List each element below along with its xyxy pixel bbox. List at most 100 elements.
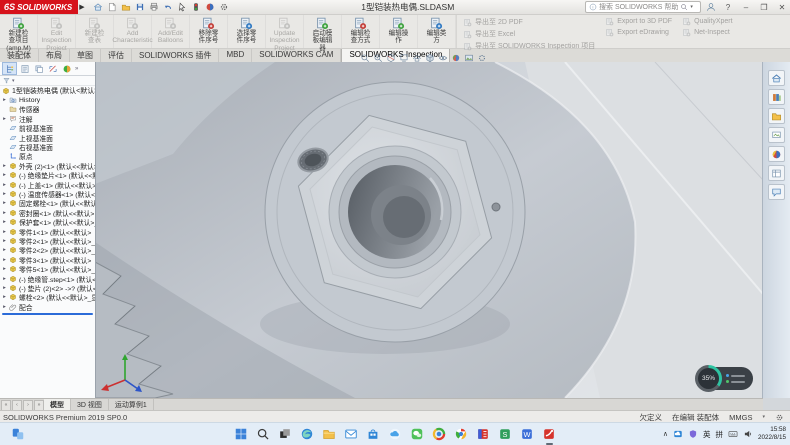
search-taskbar-icon[interactable] (255, 426, 272, 443)
screen-capture-widget[interactable]: 35% (697, 367, 753, 390)
zoom-fit-icon[interactable] (360, 53, 370, 63)
close-button[interactable]: ✕ (776, 3, 788, 12)
tree-item[interactable]: 上视基准面 (0, 133, 95, 142)
expand-arrow-icon[interactable]: ▸ (2, 116, 7, 122)
browser-ring-taskbar-icon[interactable] (431, 426, 448, 443)
doc-tab-scroll-0[interactable]: « (1, 400, 11, 411)
edit-operations-button[interactable]: 编辑操 作 (380, 14, 418, 48)
tree-item[interactable]: ▸零件2<2> (默认<<默认>_显示状态 (0, 246, 95, 255)
doc-tab-scroll-1[interactable]: ‹ (12, 400, 22, 411)
word-blue-taskbar-icon[interactable]: W (519, 426, 536, 443)
ime-indicator[interactable]: 拼 (715, 429, 723, 440)
search-icon[interactable] (680, 3, 688, 11)
expand-arrow-icon[interactable]: ▸ (2, 266, 7, 272)
filter-caret-icon[interactable]: ▾ (12, 78, 15, 84)
pane-tab-configuration-manager[interactable] (32, 63, 45, 74)
edit-appearance-icon[interactable] (451, 53, 461, 63)
tab-草图[interactable]: 草图 (70, 48, 101, 62)
touch-keyboard-icon[interactable] (728, 429, 738, 439)
tab-mbd[interactable]: MBD (219, 48, 252, 62)
open-button[interactable] (120, 1, 133, 13)
tree-item[interactable]: ▸(-) 绝缘管.step<1> (默认<<默认> (0, 274, 95, 283)
expand-arrow-icon[interactable]: ▸ (2, 210, 7, 216)
dictionary-taskbar-icon[interactable] (475, 426, 492, 443)
tab-评估[interactable]: 评估 (101, 48, 132, 62)
custom-properties-icon[interactable] (768, 165, 785, 181)
tree-item[interactable]: ▸密封圈<1> (默认<<默认>_显示状 (0, 208, 95, 217)
expand-arrow-icon[interactable]: ▸ (2, 172, 7, 178)
task-view-taskbar-icon[interactable] (277, 426, 294, 443)
section-view-icon[interactable] (386, 53, 396, 63)
mail-taskbar-icon[interactable] (343, 426, 360, 443)
expand-arrow-icon[interactable]: ▸ (2, 182, 7, 188)
sheets-green-taskbar-icon[interactable]: S (497, 426, 514, 443)
appearances-scenes-icon[interactable] (768, 146, 785, 162)
tree-item[interactable]: ▸配合 (0, 302, 95, 311)
launch-template-editor-button[interactable]: 启动模 板编辑 器 (304, 14, 342, 48)
expand-arrow-icon[interactable]: ▸ (2, 97, 7, 103)
status-tag-icon[interactable] (775, 413, 784, 422)
pane-tab-display-manager[interactable] (60, 63, 73, 74)
zoom-area-icon[interactable] (373, 53, 383, 63)
tree-item[interactable]: ▸零件3<1> (默认<<默认>_显示状态 (0, 255, 95, 264)
tree-item[interactable]: 前视基准面 (0, 124, 95, 133)
3d-viewport[interactable] (95, 62, 763, 398)
rebuild-button[interactable] (190, 1, 203, 13)
tree-item[interactable]: ▸保护套<1> (默认<<默认>_显示状 (0, 217, 95, 226)
wechat-taskbar-icon[interactable] (409, 426, 426, 443)
edge-taskbar-icon[interactable] (299, 426, 316, 443)
tree-item[interactable]: 传感器 (0, 105, 95, 114)
language-indicator[interactable]: 英 (703, 429, 711, 440)
start-taskbar-icon[interactable] (233, 426, 250, 443)
store-taskbar-icon[interactable] (365, 426, 382, 443)
tree-item[interactable]: ▸History (0, 95, 95, 104)
file-explorer-icon[interactable] (768, 108, 785, 124)
menu-expand-icon[interactable]: ▶ (79, 3, 84, 11)
solidworks-taskbar-icon[interactable] (541, 426, 558, 443)
doc-tab-scroll-2[interactable]: › (23, 400, 33, 411)
expand-arrow-icon[interactable]: ▸ (2, 238, 7, 244)
expand-arrow-icon[interactable]: ▸ (2, 191, 7, 197)
tree-item[interactable]: 原点 (0, 152, 95, 161)
apply-scene-icon[interactable] (464, 53, 474, 63)
remove-balloons-button[interactable]: 移除零 件序号 (190, 14, 228, 48)
view-palette-icon[interactable] (768, 127, 785, 143)
expand-arrow-icon[interactable]: ▸ (2, 200, 7, 206)
view-orientation-icon[interactable] (412, 53, 422, 63)
expand-arrow-icon[interactable]: ▸ (2, 257, 7, 263)
login-icon[interactable] (706, 2, 716, 12)
tree-item[interactable]: ▸螺栓<2> (默认<<默认>_显示状态 (0, 293, 95, 302)
edit-classifications-button[interactable]: 编辑类 方 (418, 14, 456, 48)
resources-home-icon[interactable] (768, 70, 785, 86)
save-button[interactable] (134, 1, 147, 13)
expand-arrow-icon[interactable]: ▸ (2, 163, 7, 169)
dynamic-annotation-icon[interactable] (399, 53, 409, 63)
security-shield-icon[interactable] (688, 429, 698, 439)
expand-arrow-icon[interactable]: ▸ (2, 304, 7, 310)
restore-button[interactable]: ❐ (758, 3, 770, 12)
select-balloons-button[interactable]: 选择零 件序号 (228, 14, 266, 48)
options-button[interactable] (218, 1, 231, 13)
new-inspection-project-button[interactable]: 新建检 查项目 (amp.M) (0, 14, 38, 48)
tree-item[interactable]: ▸(-) 上盖<1> (默认<<默认>_显示状 (0, 180, 95, 189)
tree-item[interactable]: ▸(-) 垫片 (2)<2> ->? (默认<<默认> (0, 283, 95, 292)
minimize-button[interactable]: – (740, 3, 752, 12)
tree-item[interactable]: 右视基准面 (0, 142, 95, 151)
expand-arrow-icon[interactable]: ▸ (2, 229, 7, 235)
status-units-caret[interactable]: ▾ (762, 414, 765, 420)
tree-root-item[interactable]: 1型铠装热电偶 (默认<默认>_显示状态-1 (0, 86, 95, 95)
display-style-icon[interactable] (425, 53, 435, 63)
design-library-icon[interactable] (768, 89, 785, 105)
hidden-icons-caret[interactable]: ∧ (663, 430, 668, 438)
rollback-bar[interactable] (2, 313, 93, 315)
expand-arrow-icon[interactable]: ▸ (2, 294, 7, 300)
tree-item[interactable]: ▸固定螺栓<1> (默认<<默认>_显示 (0, 199, 95, 208)
pane-tabs-overflow-icon[interactable]: » (75, 66, 78, 72)
tree-item[interactable]: ▸零件5<1> (默认<<默认>_显示状态 (0, 264, 95, 273)
expand-arrow-icon[interactable]: ▸ (2, 247, 7, 253)
home-button[interactable] (92, 1, 105, 13)
expand-arrow-icon[interactable]: ▸ (2, 285, 7, 291)
tree-item[interactable]: ▸零件2<1> (默认<<默认>_显示状态 (0, 236, 95, 245)
view-settings-icon[interactable] (477, 53, 487, 63)
tree-item[interactable]: ▸(-) 绝缘垫片<1> (默认<<默认>_显 (0, 171, 95, 180)
